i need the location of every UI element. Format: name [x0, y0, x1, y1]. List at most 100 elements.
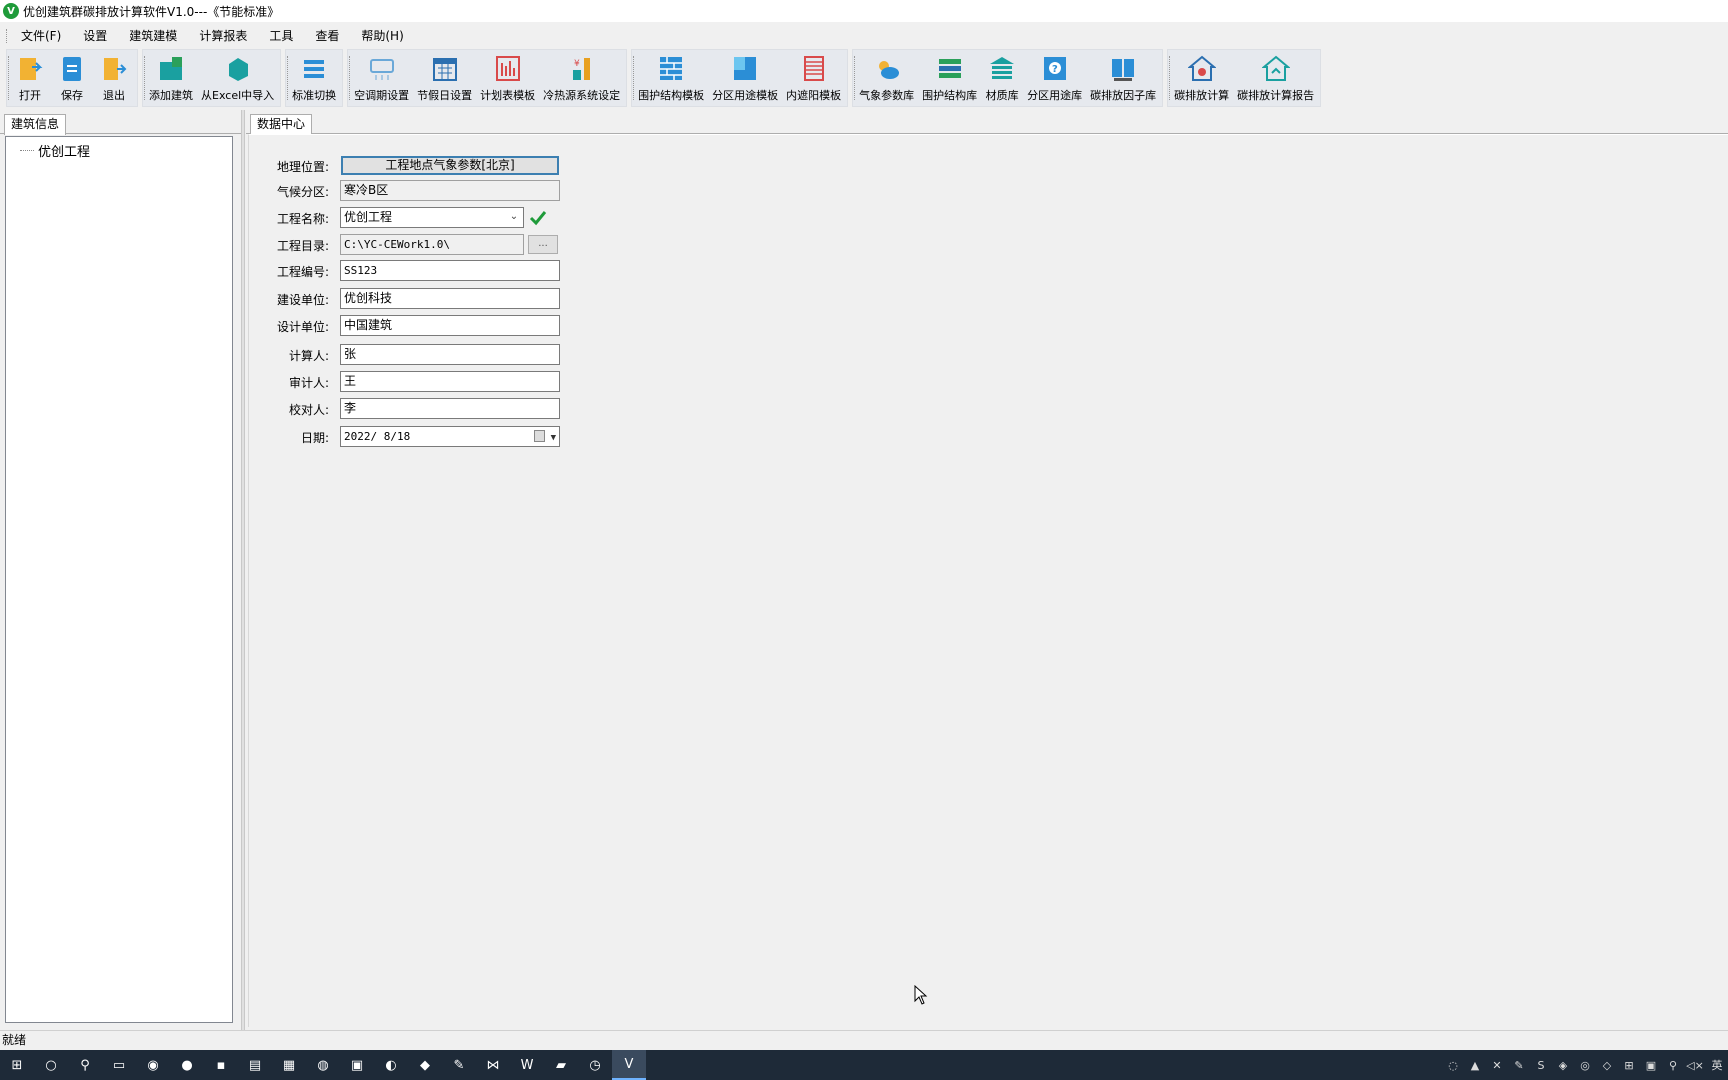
climate-zone-label: 气候分区: [276, 185, 329, 199]
nvidia-icon[interactable]: ▲ [1464, 1050, 1486, 1080]
chevron-down-icon[interactable]: ▼ [551, 429, 556, 448]
toolbar-button-material-library[interactable]: 材质库 [981, 50, 1023, 106]
mouse-cursor-icon [914, 985, 928, 1005]
sticky-notes-icon[interactable]: ▪ [204, 1050, 238, 1080]
menu-view[interactable]: 查看 [304, 24, 350, 48]
toolbar-button-standard-switch[interactable]: 标准切换 [288, 50, 340, 106]
toolbar-button-label: 保存 [61, 89, 83, 102]
calculator-field[interactable]: 张 [340, 344, 560, 365]
designer-field[interactable]: 中国建筑 [340, 315, 560, 336]
file-explorer-icon[interactable]: ▭ [102, 1050, 136, 1080]
project-no-field[interactable]: SS123 [340, 260, 560, 281]
toolbar-button-add-building[interactable]: 添加建筑 [145, 50, 197, 106]
toolbar-button-open-folder[interactable]: 打开 [9, 50, 51, 106]
toolbar-button-carbon-factor[interactable]: 碳排放因子库 [1086, 50, 1160, 106]
app-icon[interactable]: ◆ [408, 1050, 442, 1080]
toolbar-button-exit-door[interactable]: 退出 [93, 50, 135, 106]
edge-icon[interactable]: ◐ [374, 1050, 408, 1080]
ime-icon[interactable]: 英 [1706, 1050, 1728, 1080]
designer-label: 设计单位: [276, 320, 329, 334]
notepad-icon[interactable]: ▦ [272, 1050, 306, 1080]
windows-tray-icon[interactable]: ⊞ [1618, 1050, 1640, 1080]
updater-icon[interactable]: ◎ [1574, 1050, 1596, 1080]
standard-switch-icon [300, 54, 328, 84]
tool-icon[interactable]: ✎ [442, 1050, 476, 1080]
chrome-icon[interactable]: ◉ [136, 1050, 170, 1080]
wechat-icon[interactable]: ◍ [306, 1050, 340, 1080]
add-building-icon [157, 54, 185, 84]
toolbar-button-schedule-chart[interactable]: 计划表模板 [476, 50, 539, 106]
pdf-icon[interactable]: ▰ [544, 1050, 578, 1080]
tab-data-center[interactable]: 数据中心 [250, 114, 313, 135]
browse-dir-button[interactable]: ... [528, 235, 558, 254]
tree-item-label: 优创工程 [38, 145, 91, 160]
menu-bar: 文件(F) 设置 建筑建模 计算报表 工具 查看 帮助(H) [0, 24, 1728, 48]
pen-icon[interactable]: ✎ [1508, 1050, 1530, 1080]
save-app-icon[interactable]: ▣ [340, 1050, 374, 1080]
toolbar-button-holiday-calendar[interactable]: 节假日设置 [413, 50, 476, 106]
toolbar-button-excel-import[interactable]: 从Excel中导入 [197, 50, 278, 106]
shield-icon[interactable]: ◈ [1552, 1050, 1574, 1080]
toolbar-button-ac-period[interactable]: 空调期设置 [350, 50, 413, 106]
toolbar-button-label: 碳排放计算 [1174, 89, 1230, 102]
toolbar-button-carbon-calc-house[interactable]: 碳排放计算 [1170, 50, 1233, 106]
material-library-icon [988, 54, 1016, 84]
search-tray-icon[interactable]: ⚲ [1662, 1050, 1684, 1080]
save-tray-icon[interactable]: ▣ [1640, 1050, 1662, 1080]
toolbar-button-inner-shade[interactable]: 内遮阳模板 [782, 50, 845, 106]
visual-studio-icon[interactable]: ⋈ [476, 1050, 510, 1080]
reviewer-field[interactable]: 王 [340, 371, 560, 392]
defender-icon[interactable]: ◇ [1596, 1050, 1618, 1080]
date-value: 2022/ 8/18 [344, 430, 411, 443]
builder-field[interactable]: 优创科技 [340, 288, 560, 309]
toolbar-button-envelope-wall[interactable]: 围护结构模板 [634, 50, 708, 106]
date-picker[interactable]: 2022/ 8/18 ▼ [340, 426, 560, 447]
toolbar-group: 打开 保存 退出 [6, 49, 138, 107]
building-tree-panel: 优创工程 [5, 136, 233, 1023]
toolbar-button-zone-library[interactable]: ? 分区用途库 [1023, 50, 1086, 106]
network-icon[interactable]: ▤ [238, 1050, 272, 1080]
svg-text:?: ? [1052, 64, 1058, 75]
toolbar-button-label: 标准切换 [292, 89, 337, 102]
toolbar-button-label: 添加建筑 [149, 89, 193, 102]
weather-params-button[interactable]: 工程地点气象参数[北京] [341, 156, 559, 175]
volume-mute-icon[interactable]: ◁× [1684, 1050, 1706, 1080]
menu-building-model[interactable]: 建筑建模 [118, 24, 188, 48]
toolbar-button-carbon-report-house[interactable]: 碳排放计算报告 [1233, 50, 1318, 106]
exit-door-icon [100, 54, 128, 84]
menu-tools[interactable]: 工具 [258, 24, 304, 48]
project-name-combobox[interactable]: 优创工程 ⌄ [340, 207, 524, 228]
heat-source-icon: ¥ [568, 54, 596, 84]
date-label: 日期: [300, 431, 329, 445]
search-icon[interactable]: ⚲ [68, 1050, 102, 1080]
app-logo-icon: V [3, 3, 19, 19]
sogou-icon[interactable]: S [1530, 1050, 1552, 1080]
cortana-circle-icon[interactable]: ○ [34, 1050, 68, 1080]
geo-location-label: 地理位置: [276, 160, 329, 174]
firefox-icon[interactable]: ● [170, 1050, 204, 1080]
clock-icon[interactable]: ◷ [578, 1050, 612, 1080]
checker-field[interactable]: 李 [340, 398, 560, 419]
menu-grip [6, 29, 8, 43]
menu-file[interactable]: 文件(F) [10, 24, 72, 48]
menu-settings[interactable]: 设置 [72, 24, 118, 48]
toolbar-button-save-document[interactable]: 保存 [51, 50, 93, 106]
windows-start-icon[interactable]: ⊞ [0, 1050, 34, 1080]
toolbar-button-zone-usage[interactable]: 分区用途模板 [708, 50, 782, 106]
menu-help[interactable]: 帮助(H) [350, 24, 414, 48]
chevron-down-icon[interactable]: ⌄ [508, 211, 520, 223]
tree-item-project[interactable]: 优创工程 [20, 141, 90, 160]
project-name-label: 工程名称: [276, 212, 329, 226]
carbon-factor-icon [1109, 54, 1137, 84]
close-tray-icon[interactable]: ✕ [1486, 1050, 1508, 1080]
confirm-check-icon[interactable] [529, 209, 547, 227]
toolbar-button-weather-cloud[interactable]: 气象参数库 [855, 50, 918, 106]
menu-calc-report[interactable]: 计算报表 [188, 24, 258, 48]
toolbar-button-heat-source[interactable]: ¥ 冷热源系统设定 [539, 50, 624, 106]
tab-building-info[interactable]: 建筑信息 [4, 114, 67, 135]
word-icon[interactable]: W [510, 1050, 544, 1080]
toolbar-button-envelope-library[interactable]: 围护结构库 [918, 50, 981, 106]
tray-app-1-icon[interactable]: ◌ [1442, 1050, 1464, 1080]
yc-app-icon[interactable]: V [612, 1050, 646, 1080]
calendar-icon[interactable] [534, 430, 545, 442]
